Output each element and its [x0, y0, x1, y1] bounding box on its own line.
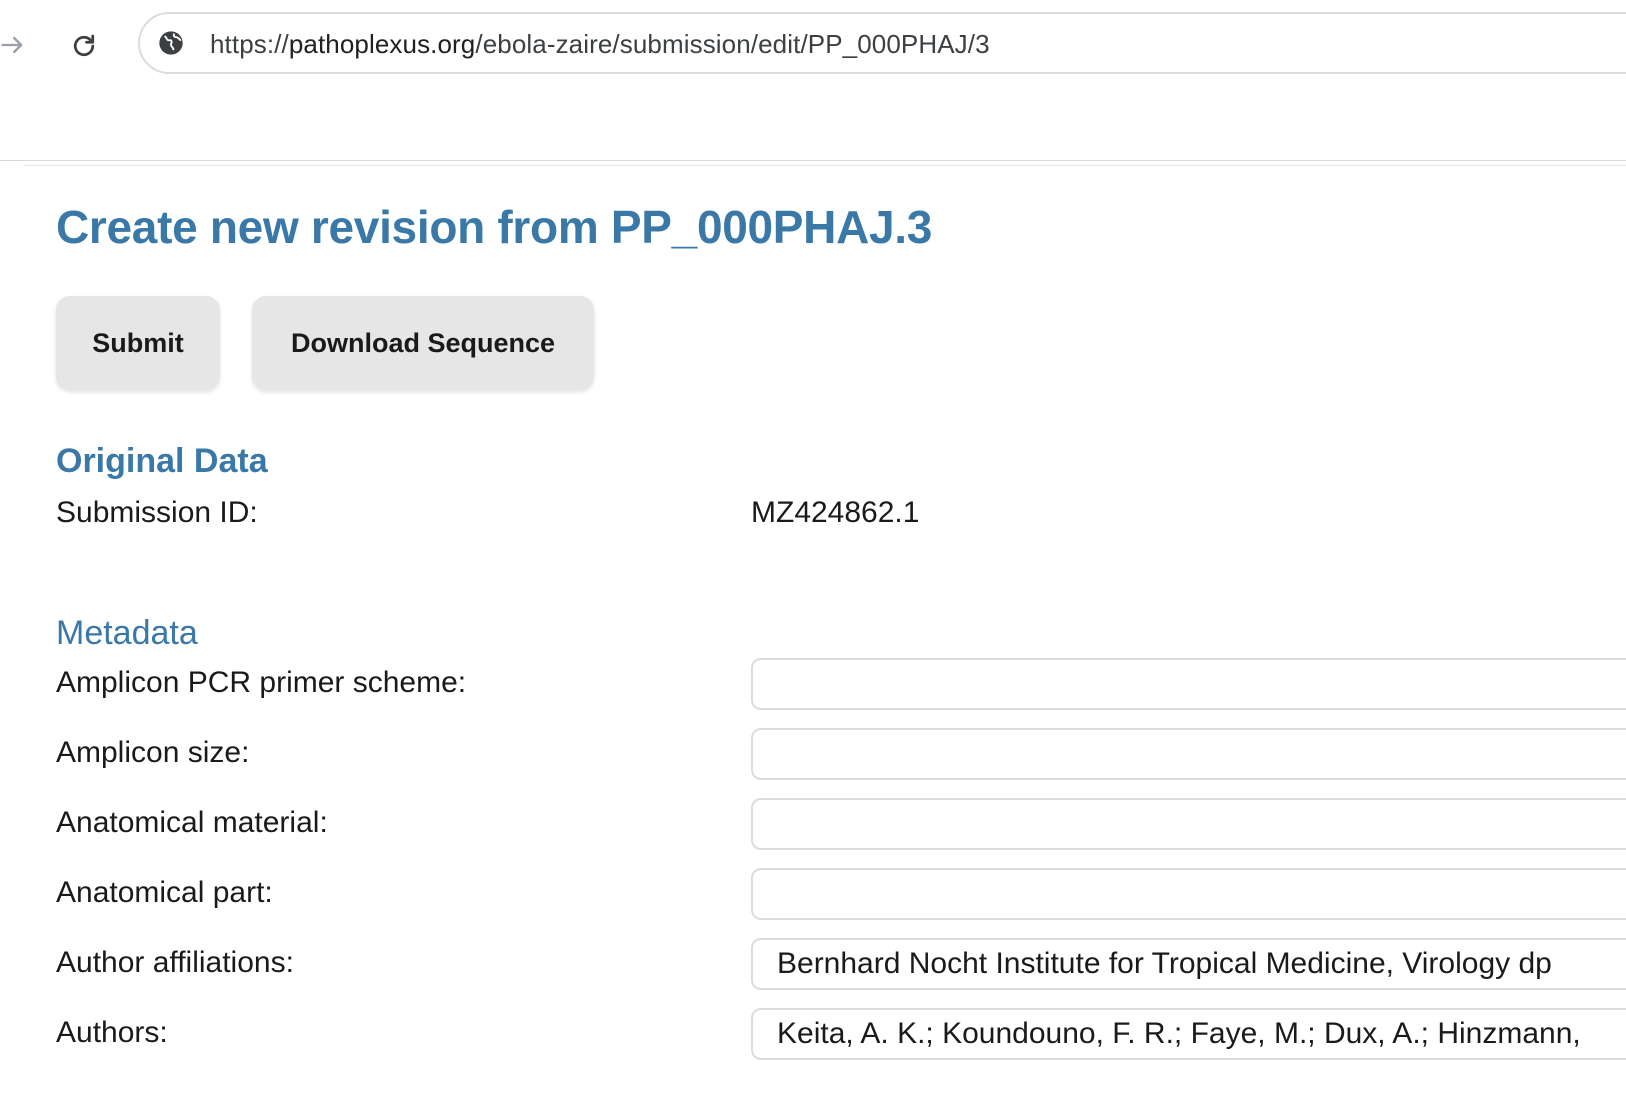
header-divider-inner [24, 165, 1626, 166]
original-data-heading: Original Data [56, 442, 268, 480]
url-host: pathoplexus.org [288, 29, 476, 59]
url-scheme: https:// [210, 29, 289, 59]
submission-id-value: MZ424862.1 [751, 496, 920, 529]
submit-button[interactable]: Submit [56, 296, 220, 390]
amplicon-size-label: Amplicon size: [56, 736, 250, 769]
authors-label: Authors: [56, 1016, 168, 1049]
anatomical-part-input[interactable] [751, 868, 1626, 920]
metadata-heading: Metadata [56, 614, 198, 652]
amplicon-pcr-primer-scheme-input[interactable] [751, 658, 1626, 710]
header-divider [0, 160, 1626, 161]
reload-icon [73, 34, 95, 57]
site-info-button[interactable] [156, 28, 186, 58]
url-text[interactable]: https://pathoplexus.org/ebola-zaire/subm… [210, 28, 990, 60]
url-path: /ebola-zaire/submission/edit/PP_000PHAJ/… [475, 29, 990, 59]
browser-toolbar: https://pathoplexus.org/ebola-zaire/subm… [0, 0, 1626, 92]
author-affiliations-label: Author affiliations: [56, 946, 294, 979]
anatomical-material-label: Anatomical material: [56, 806, 328, 839]
anatomical-material-input[interactable] [751, 798, 1626, 850]
forward-button[interactable] [0, 28, 30, 62]
page: https://pathoplexus.org/ebola-zaire/subm… [0, 0, 1626, 1112]
page-title: Create new revision from PP_000PHAJ.3 [56, 201, 933, 253]
globe-icon [159, 31, 183, 55]
authors-input[interactable] [751, 1008, 1626, 1060]
arrow-right-icon [1, 36, 23, 54]
address-bar[interactable]: https://pathoplexus.org/ebola-zaire/subm… [138, 12, 1626, 74]
reload-button[interactable] [64, 26, 104, 66]
author-affiliations-input[interactable] [751, 938, 1626, 990]
download-sequence-button[interactable]: Download Sequence [252, 296, 594, 390]
anatomical-part-label: Anatomical part: [56, 876, 273, 909]
amplicon-size-input[interactable] [751, 728, 1626, 780]
amplicon-pcr-primer-scheme-label: Amplicon PCR primer scheme: [56, 666, 467, 699]
submission-id-label: Submission ID: [56, 496, 258, 529]
